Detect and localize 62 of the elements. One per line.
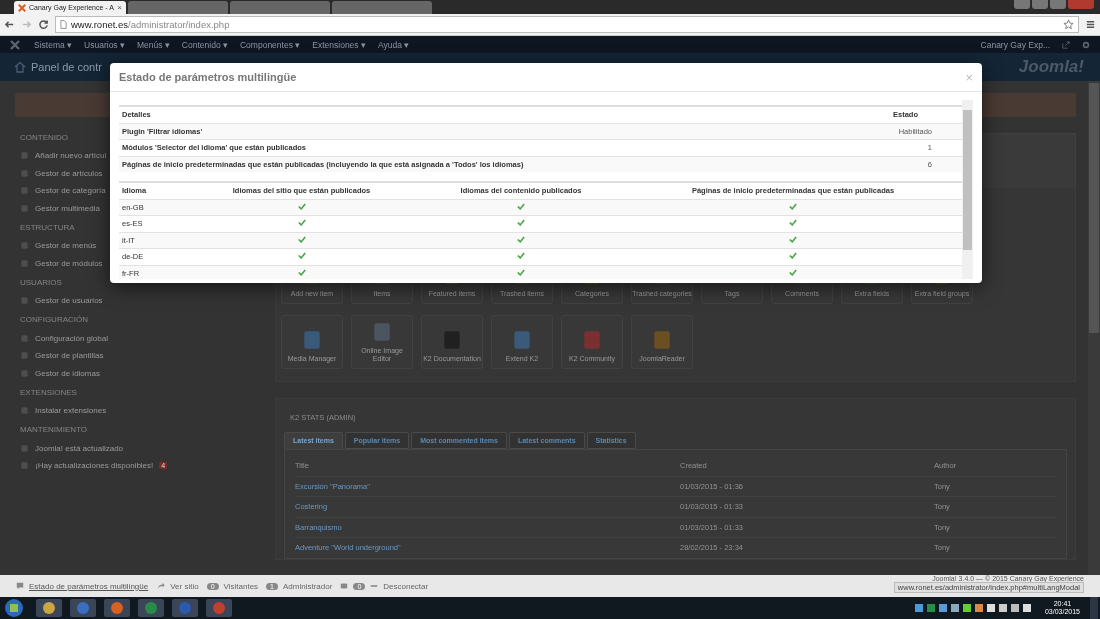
taskbar-app-icon[interactable] bbox=[204, 598, 234, 618]
menu-item[interactable]: Componentes ▾ bbox=[240, 39, 301, 50]
menu-item[interactable]: Contenido ▾ bbox=[181, 39, 228, 50]
bookmark-star-icon[interactable] bbox=[1063, 19, 1074, 30]
start-button[interactable] bbox=[4, 598, 24, 618]
share-icon bbox=[157, 582, 166, 590]
menu-icon[interactable] bbox=[1085, 19, 1096, 30]
reload-icon[interactable] bbox=[38, 19, 49, 30]
document-icon bbox=[301, 328, 323, 351]
joomla-logo: Joomla! bbox=[1018, 57, 1084, 77]
section-heading: CONTENIDO bbox=[20, 131, 68, 144]
sidebar-link[interactable]: ¡Hay actualizaciones disponibles! bbox=[35, 461, 154, 471]
taskbar-app-icon[interactable] bbox=[102, 598, 132, 618]
minus-icon bbox=[370, 582, 379, 590]
modal-title: Estado de parámetros multilingüe bbox=[119, 71, 298, 83]
document-icon bbox=[371, 321, 393, 344]
view-site-link[interactable]: Ver sitio bbox=[170, 581, 199, 591]
visitors-label: Visitantes bbox=[223, 581, 259, 591]
sidebar-link[interactable]: Gestor de plantillas bbox=[35, 351, 104, 361]
section-heading: USUARIOS bbox=[20, 276, 62, 289]
forward-icon[interactable] bbox=[21, 19, 32, 30]
section-heading: ESTRUCTURA bbox=[20, 221, 75, 234]
envelope-icon bbox=[340, 582, 349, 590]
close-tab-button[interactable]: × bbox=[117, 3, 122, 12]
document-icon bbox=[581, 328, 603, 351]
section-heading: EXTENSIONES bbox=[20, 386, 77, 399]
account-link[interactable]: Canary Gay Exp... bbox=[980, 39, 1050, 50]
taskbar-app-icon[interactable] bbox=[34, 598, 64, 618]
sidebar-link[interactable]: Gestor de módulos bbox=[35, 258, 103, 268]
sidebar-link[interactable]: Gestor de usuarios bbox=[35, 296, 103, 306]
scrollbar[interactable] bbox=[962, 100, 973, 279]
sidebar-link[interactable]: Instalar extensiones bbox=[35, 406, 107, 416]
logout-link[interactable]: Desconectar bbox=[383, 581, 429, 591]
menu-item[interactable]: Sistema ▾ bbox=[34, 39, 73, 50]
sidebar-link[interactable]: Gestor de categoría bbox=[35, 186, 106, 196]
section-heading: MANTENIMIENTO bbox=[20, 424, 87, 436]
document-icon bbox=[441, 328, 463, 351]
menu-item[interactable]: Ayuda ▾ bbox=[377, 39, 410, 50]
page-icon bbox=[60, 20, 67, 29]
document-icon bbox=[511, 328, 533, 351]
sidebar-link[interactable]: Joomla! está actualizado bbox=[35, 443, 124, 453]
taskbar-app-icon[interactable] bbox=[68, 598, 98, 618]
home-icon bbox=[14, 61, 26, 73]
page-title: Panel de contr bbox=[31, 61, 102, 73]
document-icon bbox=[651, 328, 673, 351]
modal-link[interactable]: Estado de parámetros multilingüe bbox=[29, 581, 149, 591]
sidebar-link[interactable]: Gestor de idiomas bbox=[35, 368, 100, 378]
external-link-icon[interactable] bbox=[1062, 40, 1070, 49]
menu-item[interactable]: Usuarios ▾ bbox=[84, 39, 125, 50]
back-icon[interactable] bbox=[4, 19, 15, 30]
address-field[interactable]: www.ronet.es/administrator/index.php bbox=[55, 16, 1079, 33]
scrollbar[interactable] bbox=[1088, 81, 1100, 575]
taskbar-app-icon[interactable] bbox=[136, 598, 166, 618]
admin-label: Administrador bbox=[283, 581, 333, 591]
menu-item[interactable]: Menús ▾ bbox=[137, 39, 170, 50]
sidebar-link[interactable]: Gestor de artículos bbox=[35, 168, 103, 178]
sidebar-link[interactable]: Configuración global bbox=[35, 333, 108, 343]
sidebar-link[interactable]: Gestor multimedia bbox=[35, 203, 100, 213]
menu-item[interactable]: Extensiones ▾ bbox=[312, 39, 366, 50]
sidebar-link[interactable]: Gestor de menús bbox=[35, 241, 97, 251]
sidebar-link[interactable]: Añadir nuevo artícul bbox=[35, 151, 107, 161]
section-heading: CONFIGURACIÓN bbox=[20, 314, 88, 326]
